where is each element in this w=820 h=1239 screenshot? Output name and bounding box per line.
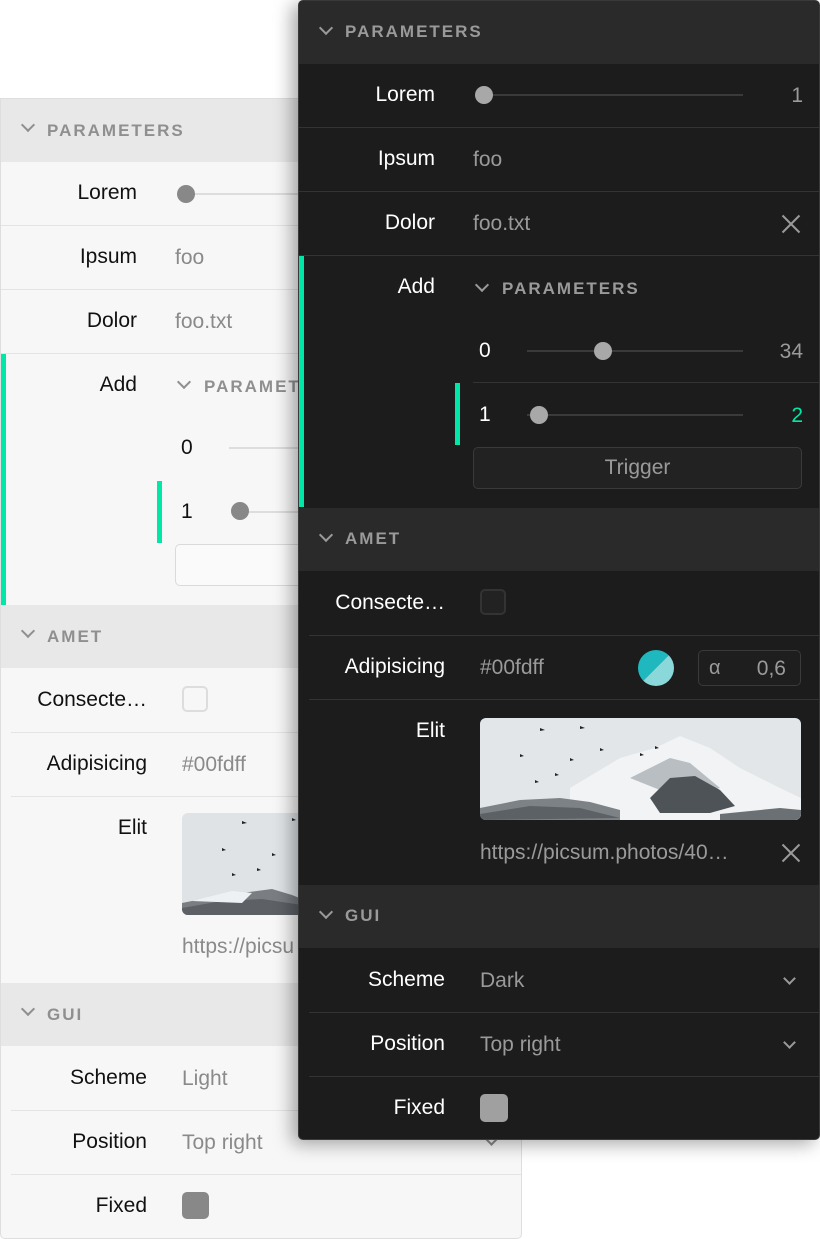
scheme-select[interactable]: Light: [182, 1067, 228, 1091]
folder-title[interactable]: PARAMETERS: [502, 279, 640, 299]
row-label: Elit: [117, 816, 147, 839]
section-header-gui[interactable]: GUI: [299, 885, 819, 948]
checkbox[interactable]: [182, 686, 208, 712]
button-label: Trigger: [604, 456, 671, 479]
file-input[interactable]: foo.txt: [175, 310, 232, 334]
section-title: PARAMETERS: [345, 22, 483, 41]
mountain-image: [480, 718, 801, 820]
row-label: Consecte…: [37, 688, 147, 711]
chevron-down-icon: [20, 623, 36, 639]
row-label: Position: [370, 1032, 445, 1055]
slider-value[interactable]: 1: [791, 84, 803, 108]
row-label: Scheme: [367, 968, 445, 991]
section-title: GUI: [47, 1005, 84, 1024]
chevron-down-icon[interactable]: [783, 972, 796, 985]
section-title: AMET: [47, 627, 104, 646]
text-input[interactable]: foo: [175, 246, 204, 270]
row-label: Consecte…: [335, 591, 445, 614]
row-label: 0: [479, 339, 491, 362]
slider-handle[interactable]: [177, 185, 195, 203]
row-add: Add PARAMETERS 0 34 1 2 Trigger: [299, 256, 819, 507]
chevron-down-icon: [318, 20, 334, 36]
image-thumbnail[interactable]: [480, 718, 801, 820]
image-url[interactable]: https://picsu: [182, 935, 294, 959]
slider-value[interactable]: 2: [791, 404, 803, 428]
alpha-value: 0,6: [756, 657, 786, 680]
scheme-select[interactable]: Dark: [480, 969, 524, 993]
row-fixed: Fixed: [309, 1077, 819, 1139]
alpha-icon: α: [709, 657, 721, 679]
row-label: 1: [181, 500, 193, 523]
row-lorem: Lorem 1: [299, 64, 819, 128]
row-label: Ipsum: [79, 245, 137, 268]
row-label: 0: [181, 436, 193, 459]
row-label: Ipsum: [377, 147, 435, 170]
color-input[interactable]: #00fdff: [480, 656, 544, 680]
row-label: Lorem: [77, 181, 137, 204]
row-label: Lorem: [375, 83, 435, 106]
row-label: Position: [72, 1130, 147, 1153]
color-swatch[interactable]: [638, 650, 674, 686]
row-label: Add: [397, 275, 435, 298]
slider-track[interactable]: [527, 350, 743, 352]
chevron-down-icon[interactable]: [783, 1036, 796, 1049]
row-label: Adipisicing: [344, 655, 445, 678]
checkbox[interactable]: [480, 589, 506, 615]
close-icon[interactable]: [781, 214, 801, 234]
section-header-amet[interactable]: AMET: [299, 508, 819, 571]
checkbox[interactable]: [182, 1192, 209, 1219]
checkbox[interactable]: [480, 1094, 508, 1122]
row-label: Fixed: [393, 1096, 445, 1119]
row-elit: Elit https://picsum.photos/40…: [309, 700, 819, 884]
alpha-input[interactable]: α 0,6: [698, 650, 801, 686]
row-label: Dolor: [86, 309, 137, 332]
section-title: GUI: [345, 906, 382, 925]
close-icon[interactable]: [781, 843, 801, 863]
dark-panel: PARAMETERS Lorem 1 Ipsum foo Dolor foo.t…: [298, 0, 820, 1140]
position-select[interactable]: Top right: [480, 1033, 561, 1057]
chevron-down-icon: [318, 904, 334, 920]
slider-handle[interactable]: [475, 86, 493, 104]
section-title: AMET: [345, 529, 402, 548]
slider-handle[interactable]: [530, 406, 548, 424]
section-title: PARAMETERS: [47, 121, 185, 140]
slider-track[interactable]: [475, 94, 743, 96]
active-indicator: [455, 383, 460, 445]
row-position: Position Top right: [309, 1013, 819, 1077]
divider: [473, 382, 819, 383]
file-input[interactable]: foo.txt: [473, 212, 530, 236]
position-select[interactable]: Top right: [182, 1131, 263, 1155]
chevron-down-icon[interactable]: [176, 374, 192, 390]
active-indicator: [157, 481, 162, 543]
slider-value[interactable]: 34: [780, 340, 803, 364]
image-url[interactable]: https://picsum.photos/40…: [480, 841, 729, 865]
active-indicator: [299, 256, 304, 507]
row-consectetur: Consecte…: [309, 572, 819, 636]
slider-track[interactable]: [527, 414, 743, 416]
folder-title[interactable]: PARAMET: [204, 377, 301, 397]
row-ipsum: Ipsum foo: [299, 128, 819, 192]
chevron-down-icon: [318, 527, 334, 543]
row-label: Scheme: [69, 1066, 147, 1089]
row-scheme: Scheme Dark: [309, 949, 819, 1013]
color-input[interactable]: #00fdff: [182, 753, 246, 777]
row-label: Adipisicing: [46, 752, 147, 775]
active-indicator: [1, 354, 6, 605]
trigger-button[interactable]: Trigger: [473, 447, 802, 489]
chevron-down-icon: [20, 1001, 36, 1017]
chevron-down-icon[interactable]: [474, 277, 490, 293]
row-label: Fixed: [95, 1194, 147, 1217]
row-fixed: Fixed: [11, 1175, 521, 1238]
row-dolor: Dolor foo.txt: [299, 192, 819, 256]
text-input[interactable]: foo: [473, 148, 502, 172]
row-label: 1: [479, 403, 491, 426]
row-label: Add: [99, 373, 137, 396]
row-label: Dolor: [384, 211, 435, 234]
row-adipisicing: Adipisicing #00fdff α 0,6: [309, 636, 819, 700]
slider-handle[interactable]: [594, 342, 612, 360]
section-header-parameters[interactable]: PARAMETERS: [299, 1, 819, 64]
chevron-down-icon: [20, 117, 36, 133]
slider-handle[interactable]: [231, 502, 249, 520]
row-label: Elit: [415, 719, 445, 742]
